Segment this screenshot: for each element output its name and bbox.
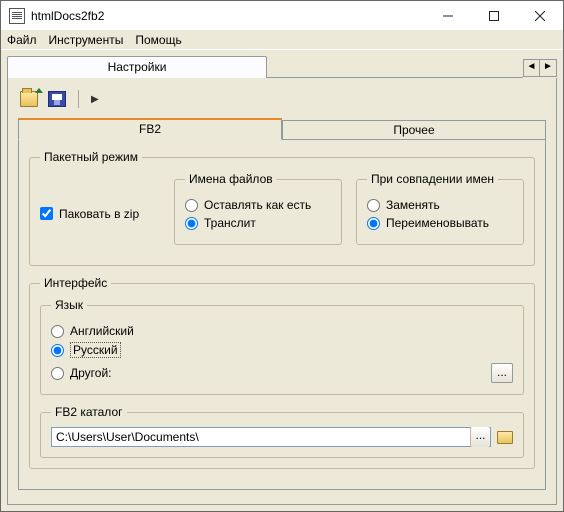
lang-russian-input[interactable] <box>51 344 64 357</box>
filenames-translit-input[interactable] <box>185 217 198 230</box>
tab-nav-right[interactable]: ► <box>540 60 556 76</box>
catalog-group: FB2 каталог C:\Users\User\Documents\ ... <box>40 405 524 458</box>
minimize-button[interactable] <box>425 1 471 30</box>
fb2-panel: Пакетный режим Паковать в zip Имена файл… <box>18 140 546 490</box>
subtab-fb2[interactable]: FB2 <box>18 118 282 140</box>
catalog-path-field[interactable]: C:\Users\User\Documents\ ... <box>51 427 491 447</box>
pack-zip-label: Паковать в zip <box>59 207 139 221</box>
filenames-keep-label: Оставлять как есть <box>204 198 311 212</box>
filenames-keep[interactable]: Оставлять как есть <box>185 198 331 212</box>
lang-other-input[interactable] <box>51 367 64 380</box>
app-window: htmlDocs2fb2 Файл Инструменты Помощь Нас… <box>0 0 564 512</box>
lang-other-label: Другой: <box>70 366 112 380</box>
collision-replace-label: Заменять <box>386 198 440 212</box>
filenames-translit-label: Транслит <box>204 216 256 230</box>
pack-zip-checkbox[interactable]: Паковать в zip <box>40 207 139 221</box>
toolbar: ▶ <box>18 86 546 118</box>
filenames-group: Имена файлов Оставлять как есть Транслит <box>174 172 342 245</box>
client-area: Настройки ◄ ► ▶ FB2 Прочее Пакетный режи… <box>1 50 563 511</box>
collision-rename-label: Переименовывать <box>386 216 489 230</box>
filenames-legend: Имена файлов <box>185 172 277 186</box>
save-icon[interactable] <box>48 91 66 107</box>
menu-help[interactable]: Помощь <box>135 33 181 47</box>
collision-replace[interactable]: Заменять <box>367 198 513 212</box>
main-tabstrip: Настройки ◄ ► <box>7 56 557 78</box>
open-icon[interactable] <box>20 91 38 107</box>
lang-russian[interactable]: Русский <box>51 342 513 358</box>
menubar: Файл Инструменты Помощь <box>1 30 563 50</box>
window-title: htmlDocs2fb2 <box>31 9 425 23</box>
filenames-translit[interactable]: Транслит <box>185 216 331 230</box>
lang-english-input[interactable] <box>51 325 64 338</box>
play-icon[interactable]: ▶ <box>91 94 99 105</box>
sub-tabstrip: FB2 Прочее <box>18 118 546 140</box>
folder-icon[interactable] <box>497 431 513 444</box>
lang-english-label: Английский <box>70 324 134 338</box>
catalog-legend: FB2 каталог <box>51 405 127 419</box>
interface-group: Интерфейс Язык Английский Русский <box>29 276 535 469</box>
maximize-button[interactable] <box>471 1 517 30</box>
lang-browse-button[interactable]: ... <box>491 363 513 383</box>
collision-rename-input[interactable] <box>367 217 380 230</box>
menu-tools[interactable]: Инструменты <box>49 33 124 47</box>
app-icon <box>9 8 25 24</box>
collision-group: При совпадении имен Заменять Переименовы… <box>356 172 524 245</box>
minimize-icon <box>443 11 453 21</box>
titlebar: htmlDocs2fb2 <box>1 1 563 30</box>
tab-nav: ◄ ► <box>523 59 557 77</box>
maximize-icon <box>489 11 499 21</box>
tab-nav-left[interactable]: ◄ <box>524 60 540 76</box>
close-icon <box>535 11 545 21</box>
menu-file[interactable]: Файл <box>7 33 37 47</box>
batch-legend: Пакетный режим <box>40 150 142 164</box>
collision-rename[interactable]: Переименовывать <box>367 216 513 230</box>
subtab-other[interactable]: Прочее <box>282 120 546 140</box>
filenames-keep-input[interactable] <box>185 199 198 212</box>
lang-english[interactable]: Английский <box>51 324 513 338</box>
toolbar-separator <box>78 90 79 108</box>
tab-settings[interactable]: Настройки <box>7 56 267 78</box>
collision-replace-input[interactable] <box>367 199 380 212</box>
catalog-path-text: C:\Users\User\Documents\ <box>52 430 470 444</box>
close-button[interactable] <box>517 1 563 30</box>
catalog-browse-button[interactable]: ... <box>470 427 490 447</box>
settings-panel: ▶ FB2 Прочее Пакетный режим Паковать в z… <box>7 78 557 505</box>
lang-other[interactable]: Другой: <box>51 366 112 380</box>
language-group: Язык Английский Русский Друго <box>40 298 524 395</box>
collision-legend: При совпадении имен <box>367 172 498 186</box>
lang-russian-label: Русский <box>70 342 121 358</box>
interface-legend: Интерфейс <box>40 276 111 290</box>
language-legend: Язык <box>51 298 87 312</box>
pack-zip-input[interactable] <box>40 207 53 220</box>
batch-group: Пакетный режим Паковать в zip Имена файл… <box>29 150 535 266</box>
